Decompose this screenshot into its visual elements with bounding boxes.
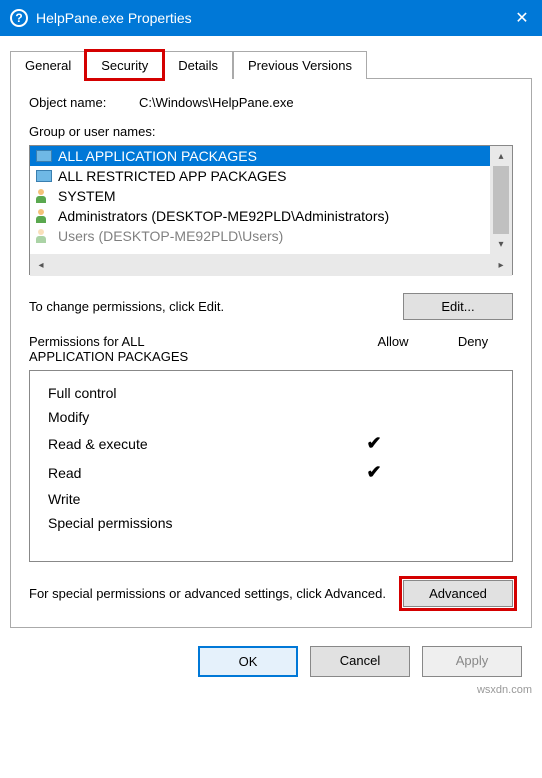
tab-details[interactable]: Details xyxy=(163,51,233,79)
package-icon xyxy=(36,170,52,182)
ok-button[interactable]: OK xyxy=(198,646,298,677)
permission-allow-check-icon xyxy=(334,462,414,483)
permission-name: Write xyxy=(48,491,334,507)
object-name-row: Object name: C:\Windows\HelpPane.exe xyxy=(29,95,513,110)
tab-content-security: Object name: C:\Windows\HelpPane.exe Gro… xyxy=(10,79,532,628)
permission-row: Write xyxy=(48,487,494,511)
edit-button[interactable]: Edit... xyxy=(403,293,513,320)
permission-name: Special permissions xyxy=(48,515,334,531)
permissions-list: Full control Modify Read & execute Read … xyxy=(29,370,513,562)
permission-row: Full control xyxy=(48,381,494,405)
list-item-label: ALL APPLICATION PACKAGES xyxy=(58,148,257,164)
list-item-label: SYSTEM xyxy=(58,188,116,204)
groups-label: Group or user names: xyxy=(29,124,513,139)
list-item-label: Administrators (DESKTOP-ME92PLD\Administ… xyxy=(58,208,389,224)
scroll-up-arrow-icon[interactable]: ▴ xyxy=(490,146,512,166)
group-list-items: ALL APPLICATION PACKAGES ALL RESTRICTED … xyxy=(30,146,490,254)
permission-name: Full control xyxy=(48,385,334,401)
apply-button[interactable]: Apply xyxy=(422,646,522,677)
permission-row: Modify xyxy=(48,405,494,429)
permission-name: Modify xyxy=(48,409,334,425)
list-item-label: Users (DESKTOP-ME92PLD\Users) xyxy=(58,228,283,244)
advanced-row: For special permissions or advanced sett… xyxy=(29,580,513,607)
list-item[interactable]: ALL APPLICATION PACKAGES xyxy=(30,146,490,166)
list-item[interactable]: Administrators (DESKTOP-ME92PLD\Administ… xyxy=(30,206,490,226)
permission-name: Read xyxy=(48,465,334,481)
users-icon xyxy=(36,229,52,243)
permission-row: Read xyxy=(48,458,494,487)
list-item[interactable]: ALL RESTRICTED APP PACKAGES xyxy=(30,166,490,186)
list-item[interactable]: SYSTEM xyxy=(30,186,490,206)
help-icon: ? xyxy=(10,9,28,27)
scroll-right-arrow-icon[interactable]: ▸ xyxy=(490,254,512,276)
tab-security[interactable]: Security xyxy=(86,51,163,79)
object-name-value: C:\Windows\HelpPane.exe xyxy=(139,95,513,110)
allow-header: Allow xyxy=(353,334,433,364)
group-listbox[interactable]: ALL APPLICATION PACKAGES ALL RESTRICTED … xyxy=(29,145,513,275)
horizontal-scrollbar[interactable]: ◂ ▸ xyxy=(30,254,512,276)
permission-allow-check-icon xyxy=(334,433,414,454)
permissions-header: Permissions for ALL APPLICATION PACKAGES… xyxy=(29,334,513,364)
scroll-down-arrow-icon[interactable]: ▾ xyxy=(490,234,512,254)
dialog-button-row: OK Cancel Apply xyxy=(0,638,542,693)
advanced-button[interactable]: Advanced xyxy=(403,580,513,607)
edit-permissions-row: To change permissions, click Edit. Edit.… xyxy=(29,293,513,320)
cancel-button[interactable]: Cancel xyxy=(310,646,410,677)
tab-strip: General Security Details Previous Versio… xyxy=(10,50,532,79)
package-icon xyxy=(36,150,52,162)
advanced-text: For special permissions or advanced sett… xyxy=(29,586,403,601)
list-item[interactable]: Users (DESKTOP-ME92PLD\Users) xyxy=(30,226,490,246)
watermark-text: wsxdn.com xyxy=(477,684,532,696)
window-titlebar: ? HelpPane.exe Properties ✕ xyxy=(0,0,542,36)
window-title: HelpPane.exe Properties xyxy=(36,10,502,26)
vertical-scrollbar[interactable]: ▴ ▾ xyxy=(490,146,512,254)
list-item-label: ALL RESTRICTED APP PACKAGES xyxy=(58,168,286,184)
scrollbar-thumb[interactable] xyxy=(493,166,509,234)
permission-name: Read & execute xyxy=(48,436,334,452)
edit-permissions-text: To change permissions, click Edit. xyxy=(29,299,403,314)
tab-previous-versions[interactable]: Previous Versions xyxy=(233,51,367,79)
close-button[interactable]: ✕ xyxy=(502,0,542,36)
object-name-label: Object name: xyxy=(29,95,139,110)
permission-row: Special permissions xyxy=(48,511,494,535)
permissions-for-label: Permissions for ALL APPLICATION PACKAGES xyxy=(29,334,353,364)
scrollbar-track[interactable] xyxy=(52,254,490,276)
tab-general[interactable]: General xyxy=(10,51,86,79)
users-icon xyxy=(36,189,52,203)
users-icon xyxy=(36,209,52,223)
deny-header: Deny xyxy=(433,334,513,364)
permission-row: Read & execute xyxy=(48,429,494,458)
scroll-left-arrow-icon[interactable]: ◂ xyxy=(30,254,52,276)
